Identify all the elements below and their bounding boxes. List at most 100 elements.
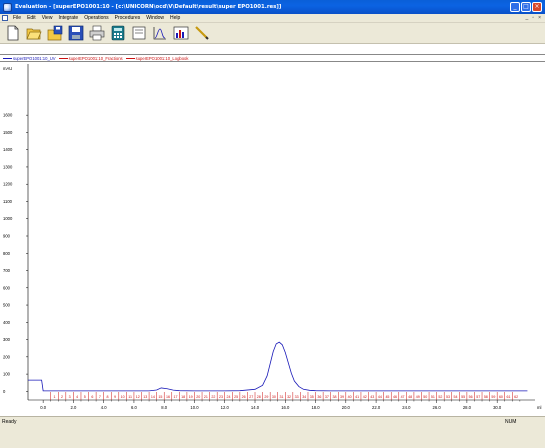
fraction-label: 28	[257, 395, 261, 399]
y-tick-label: 100	[3, 372, 11, 377]
document-menu-icon[interactable]	[2, 15, 8, 21]
menu-procedures[interactable]: Procedures	[112, 15, 144, 21]
calculator-icon	[111, 25, 125, 41]
status-bar: Ready NUM	[0, 416, 545, 448]
legend-item-uv[interactable]: superEPO1001:10_UV	[2, 56, 56, 61]
menu-integrate[interactable]: Integrate	[55, 15, 81, 21]
legend-item-fractions[interactable]: superEPO1001:10_Fractions	[58, 56, 123, 61]
menu-window[interactable]: Window	[143, 15, 167, 21]
fraction-label: 41	[355, 395, 359, 399]
fraction-label: 55	[461, 395, 465, 399]
legend-item-logbook[interactable]: superEPO1001:10_Logbook	[125, 55, 189, 61]
fraction-label: 31	[280, 395, 284, 399]
x-tick-label: 28.0	[463, 405, 472, 410]
x-tick-label: 0.0	[40, 405, 46, 410]
legend-label-uv: superEPO1001:10_UV	[13, 55, 56, 61]
fraction-label: 16	[166, 395, 170, 399]
fraction-label: 15	[158, 395, 162, 399]
fraction-label: 57	[476, 395, 480, 399]
open-button[interactable]	[25, 24, 43, 42]
mdi-minimize-button[interactable]: _	[526, 15, 529, 21]
fraction-label: 59	[491, 395, 495, 399]
y-tick-label: 1300	[3, 164, 13, 169]
chart-legend: superEPO1001:10_UV superEPO1001:10_Fract…	[0, 54, 545, 62]
x-tick-label: 6.0	[131, 405, 137, 410]
y-tick-label: 1600	[3, 113, 13, 118]
x-tick-label: 10.0	[190, 405, 199, 410]
calculator-button[interactable]	[109, 24, 127, 42]
fraction-label: 35	[310, 395, 314, 399]
save-button[interactable]	[46, 24, 64, 42]
x-tick-label: 26.0	[433, 405, 442, 410]
fraction-label: 56	[469, 395, 473, 399]
report-icon	[132, 26, 146, 40]
x-tick-label: 14.0	[251, 405, 260, 410]
app-icon[interactable]	[3, 2, 12, 12]
fraction-label: 29	[264, 395, 268, 399]
fraction-label: 34	[302, 395, 306, 399]
x-axis-label: ml	[537, 405, 541, 410]
fraction-label: 52	[438, 395, 442, 399]
fraction-label: 24	[227, 395, 231, 399]
chromatogram-chart[interactable]: mAU 0 100 200 300 400 500 600 700 800 900 1000 1100 1…	[0, 62, 545, 415]
mdi-close-button[interactable]: ×	[538, 15, 541, 21]
menu-operations[interactable]: Operations	[81, 15, 111, 21]
legend-label-logbook: superEPO1001:10_Logbook	[135, 55, 189, 61]
x-tick-label: 18.0	[311, 405, 320, 410]
chart-icon	[153, 27, 166, 40]
y-tick-label: 1200	[3, 182, 13, 187]
fraction-label: 7	[99, 395, 101, 399]
x-tick-label: 16.0	[281, 405, 290, 410]
fraction-label: 4	[76, 395, 78, 399]
uv-series-line	[28, 341, 528, 392]
fraction-label: 25	[234, 395, 238, 399]
fraction-label: 49	[416, 395, 420, 399]
y-tick-label: 300	[3, 337, 11, 342]
fraction-label: 1	[53, 395, 55, 399]
print-button[interactable]	[88, 24, 106, 42]
fraction-label: 61	[507, 395, 511, 399]
chart-button[interactable]	[151, 24, 169, 42]
legend-label-fractions: superEPO1001:10_Fractions	[68, 55, 123, 61]
y-axis-label: mAU	[3, 66, 12, 71]
fraction-label: 6	[91, 395, 93, 399]
close-button[interactable]: ×	[532, 2, 542, 12]
menu-edit[interactable]: Edit	[24, 15, 39, 21]
fraction-label: 32	[287, 395, 291, 399]
title-bar: Evaluation - [superEPO1001:10 - [c:\UNIC…	[0, 0, 545, 14]
fraction-label: 44	[378, 395, 382, 399]
y-tick-label: 1400	[3, 147, 13, 152]
menu-view[interactable]: View	[39, 15, 56, 21]
fraction-label: 19	[189, 395, 193, 399]
legend-swatch-uv	[3, 57, 12, 59]
maximize-button[interactable]: □	[521, 2, 531, 12]
edit-chart-button[interactable]	[172, 24, 190, 42]
x-tick-label: 20.0	[342, 405, 351, 410]
toolbar	[0, 23, 545, 44]
new-button[interactable]	[4, 24, 22, 42]
menu-file[interactable]: File	[10, 15, 24, 21]
fraction-label: 18	[181, 395, 185, 399]
fraction-label: 3	[69, 395, 71, 399]
mdi-restore-button[interactable]: ▫	[532, 15, 534, 21]
fraction-label: 40	[348, 395, 352, 399]
fraction-label: 39	[340, 395, 344, 399]
fraction-label: 8	[106, 395, 108, 399]
new-icon	[7, 25, 19, 41]
fraction-label: 10	[121, 395, 125, 399]
window-controls: _ □ ×	[510, 2, 542, 12]
fraction-label: 38	[332, 395, 336, 399]
y-tick-label: 700	[3, 268, 11, 273]
save-disk-button[interactable]	[67, 24, 85, 42]
pencil-button[interactable]	[193, 24, 211, 42]
minimize-button[interactable]: _	[510, 2, 520, 12]
fraction-label: 22	[211, 395, 215, 399]
save-icon	[47, 25, 63, 41]
window-title: Evaluation - [superEPO1001:10 - [c:\UNIC…	[15, 4, 282, 10]
report-button[interactable]	[130, 24, 148, 42]
fraction-label: 42	[363, 395, 367, 399]
num-lock-indicator: NUM	[505, 419, 517, 425]
fraction-label: 48	[408, 395, 412, 399]
y-tick-label: 500	[3, 303, 11, 308]
menu-help[interactable]: Help	[167, 15, 183, 21]
